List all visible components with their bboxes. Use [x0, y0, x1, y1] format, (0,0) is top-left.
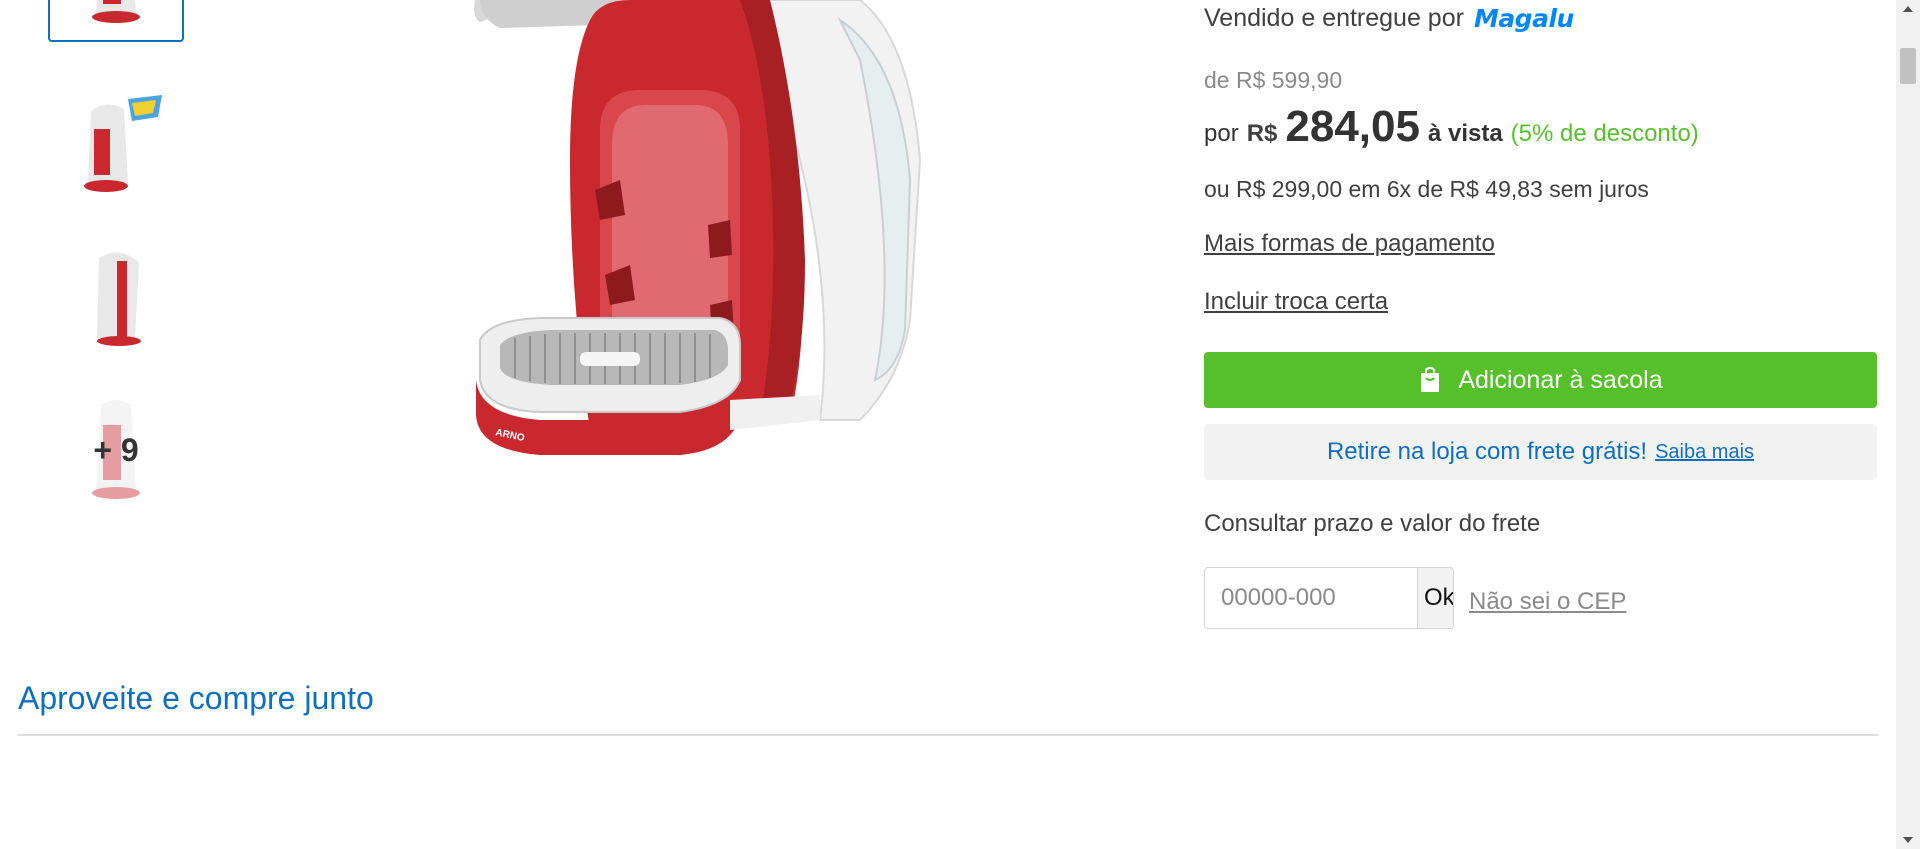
scroll-down-arrow-icon[interactable] [1903, 837, 1913, 843]
coffee-machine-thumbnail-icon [92, 0, 140, 23]
coffee-machine-thumbnail-icon [84, 95, 162, 192]
more-images-count: + 9 [93, 431, 139, 468]
cep-form: Ok [1204, 567, 1454, 629]
add-to-bag-label: Adicionar à sacola [1458, 365, 1663, 394]
page-scrollbar[interactable] [1896, 0, 1920, 849]
price-value: 284,05 [1285, 102, 1420, 151]
unknown-cep-link[interactable]: Não sei o CEP [1469, 588, 1626, 616]
coffee-machine-image-icon: ARNO [474, 0, 922, 455]
discount-label: (5% de desconto) [1510, 120, 1699, 147]
thumbnail-2[interactable] [48, 78, 184, 214]
shopping-bag-icon [1421, 367, 1440, 392]
thumbnail-1[interactable] [48, 0, 184, 42]
add-to-bag-button[interactable]: Adicionar à sacola [1204, 352, 1877, 408]
coffee-machine-thumbnail-icon [97, 252, 141, 346]
thumbnail-more[interactable]: + 9 [48, 382, 184, 518]
cep-ok-button[interactable]: Ok [1417, 568, 1453, 628]
sold-by: Vendido e entregue por Magalu [1204, 4, 1574, 33]
scroll-thumb[interactable] [1900, 48, 1916, 84]
sold-by-label: Vendido e entregue por [1204, 4, 1464, 32]
thumbnail-3[interactable] [48, 230, 184, 366]
scroll-up-arrow-icon[interactable] [1903, 6, 1913, 12]
include-exchange-link[interactable]: Incluir troca certa [1204, 288, 1388, 316]
price-currency: R$ [1246, 120, 1278, 147]
section-title: Aproveite e compre junto [18, 680, 374, 716]
payment-options-link[interactable]: Mais formas de pagamento [1204, 230, 1495, 258]
old-price: de R$ 599,90 [1204, 67, 1343, 93]
price-por-label: por [1204, 120, 1239, 147]
cep-input[interactable] [1205, 568, 1417, 628]
price-avista-label: à vista [1427, 120, 1503, 147]
installments-text: ou R$ 299,00 em 6x de R$ 49,83 sem juros [1204, 176, 1649, 202]
learn-more-link[interactable]: Saiba mais [1655, 441, 1754, 464]
main-product-image[interactable]: ARNO [300, 0, 1160, 560]
store-pickup-banner: Retire na loja com frete grátis! Saiba m… [1204, 424, 1877, 480]
shipping-title: Consultar prazo e valor do frete [1204, 510, 1541, 537]
section-divider [18, 734, 1878, 736]
price-line: por R$ 284,05 à vista (5% de desconto) [1204, 102, 1699, 152]
pickup-text: Retire na loja com frete grátis! [1326, 438, 1648, 465]
magalu-logo[interactable]: Magalu [1474, 4, 1574, 33]
